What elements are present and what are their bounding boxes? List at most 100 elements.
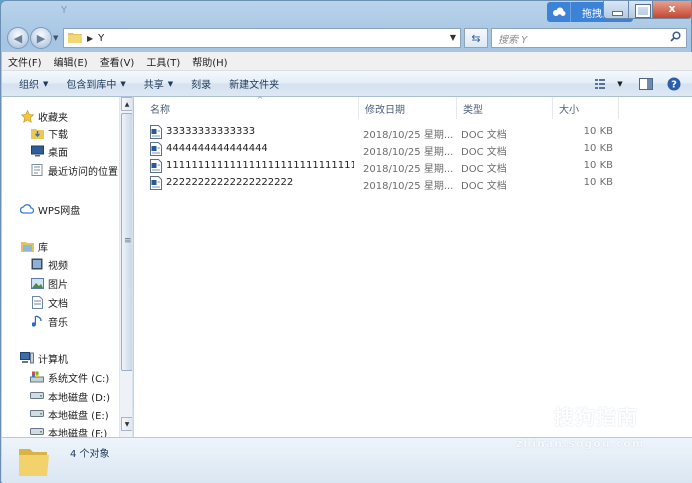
nav-desktop[interactable]: 桌面 xyxy=(30,142,68,160)
chevron-down-icon: ▼ xyxy=(120,79,126,88)
include-library-label: 包含到库中 xyxy=(66,80,117,91)
menu-bar: 文件(F) 编辑(E) 查看(V) 工具(T) 帮助(H) xyxy=(2,52,692,71)
doc-file-icon xyxy=(150,125,162,139)
window-title: Y xyxy=(61,5,68,16)
downloads-folder-icon xyxy=(30,126,44,140)
nav-documents[interactable]: 文档 xyxy=(30,293,68,311)
nav-computer[interactable]: 计算机 xyxy=(20,349,68,367)
file-date: 2018/10/25 星期... xyxy=(363,147,454,158)
address-bar[interactable]: ▶ Y ▼ xyxy=(63,28,461,48)
nav-drive-d[interactable]: 本地磁盘 (D:) xyxy=(30,387,110,405)
nav-drive-e-label: 本地磁盘 (E:) xyxy=(48,410,109,422)
music-note-icon xyxy=(30,314,44,328)
explorer-window: Y 拖拽上传 x ◀ ▶ ▼ ▶ Y ▼ ⇆ 搜索 Y 文件(F) 编辑(E) … xyxy=(0,0,692,483)
file-row[interactable]: 4444444444444444 2018/10/25 星期... DOC 文档… xyxy=(144,141,624,158)
file-name: 4444444444444444 xyxy=(166,143,268,154)
nav-favorites-label: 收藏夹 xyxy=(38,112,68,124)
nav-libraries-label: 库 xyxy=(38,242,48,254)
file-size: 10 KB xyxy=(583,126,613,137)
nav-scrollbar[interactable]: ▲ ▼ xyxy=(119,97,132,437)
search-box[interactable]: 搜索 Y xyxy=(491,28,687,48)
column-type-label: 类型 xyxy=(463,104,483,116)
column-header-name[interactable]: 名称 ^ xyxy=(144,96,359,119)
breadcrumb-separator-icon[interactable]: ▶ xyxy=(87,34,93,43)
folder-icon xyxy=(68,31,82,46)
nav-downloads[interactable]: 下载 xyxy=(30,124,68,142)
nav-downloads-label: 下载 xyxy=(48,129,68,141)
close-button[interactable]: x xyxy=(652,1,692,19)
nav-favorites[interactable]: 收藏夹 xyxy=(20,107,68,125)
cloud-icon xyxy=(547,2,571,22)
sogou-logo-icon: S xyxy=(520,399,550,429)
scroll-up-icon[interactable]: ▲ xyxy=(121,97,132,111)
nav-recent-label: 最近访问的位置 xyxy=(48,166,118,178)
menu-tools[interactable]: 工具(T) xyxy=(140,54,186,69)
nav-libraries[interactable]: 库 xyxy=(20,237,48,255)
desktop-icon xyxy=(30,144,44,158)
preview-pane-button[interactable] xyxy=(634,74,658,94)
new-folder-button[interactable]: 新建文件夹 xyxy=(220,76,288,91)
share-button[interactable]: 共享 ▼ xyxy=(135,76,182,92)
maximize-button[interactable] xyxy=(628,1,653,19)
menu-view[interactable]: 查看(V) xyxy=(94,54,141,69)
close-icon: x xyxy=(668,2,676,15)
change-view-button[interactable] xyxy=(590,74,614,94)
file-row[interactable]: 1111111111111111111111111111111... 2018/… xyxy=(144,158,624,175)
file-row[interactable]: 33333333333333 2018/10/25 星期... DOC 文档 1… xyxy=(144,124,624,141)
computer-icon xyxy=(20,351,34,365)
organize-button[interactable]: 组织 ▼ xyxy=(10,76,57,92)
back-button[interactable]: ◀ xyxy=(7,27,29,49)
file-name: 22222222222222222222 xyxy=(166,177,294,188)
nav-music-label: 音乐 xyxy=(48,317,68,329)
help-button[interactable]: ? xyxy=(662,74,686,94)
menu-edit[interactable]: 编辑(E) xyxy=(48,54,94,69)
nav-drive-c-label: 系统文件 (C:) xyxy=(48,373,110,385)
library-icon xyxy=(20,239,34,253)
minimize-button[interactable] xyxy=(603,1,629,19)
column-header-date[interactable]: 修改日期 xyxy=(359,97,457,119)
folder-icon xyxy=(16,443,52,482)
nav-videos[interactable]: 视频 xyxy=(30,255,68,273)
nav-pictures[interactable]: 图片 xyxy=(30,274,68,292)
watermark-domain: zhinan.sogou.com xyxy=(516,437,645,450)
file-row[interactable]: 22222222222222222222 2018/10/25 星期... DO… xyxy=(144,175,624,192)
address-dropdown-icon[interactable]: ▼ xyxy=(450,33,456,42)
view-list-icon xyxy=(595,79,605,89)
file-date: 2018/10/25 星期... xyxy=(363,181,454,192)
watermark-brand: 搜狗指南 xyxy=(554,405,638,429)
nav-videos-label: 视频 xyxy=(48,260,68,272)
title-bar[interactable]: Y 拖拽上传 x xyxy=(1,1,692,23)
menu-file[interactable]: 文件(F) xyxy=(2,54,48,69)
cloud-drive-icon xyxy=(20,202,34,216)
hard-drive-icon xyxy=(30,389,44,403)
nav-drive-f[interactable]: 本地磁盘 (F:) xyxy=(30,423,107,437)
refresh-button[interactable]: ⇆ xyxy=(464,28,488,48)
menu-help[interactable]: 帮助(H) xyxy=(186,54,233,69)
nav-recent-places[interactable]: 最近访问的位置 xyxy=(30,161,118,179)
video-icon xyxy=(30,257,44,271)
burn-button[interactable]: 刻录 xyxy=(182,76,220,91)
scroll-down-icon[interactable]: ▼ xyxy=(121,417,132,431)
preview-pane-icon xyxy=(639,78,653,90)
burn-label: 刻录 xyxy=(191,80,212,91)
doc-file-icon xyxy=(150,176,162,190)
column-date-label: 修改日期 xyxy=(365,104,405,116)
forward-button[interactable]: ▶ xyxy=(30,27,52,49)
breadcrumb-current[interactable]: Y xyxy=(98,33,104,44)
column-header-type[interactable]: 类型 xyxy=(457,97,553,119)
help-icon: ? xyxy=(667,77,681,91)
nav-wps-drive[interactable]: WPS网盘 xyxy=(20,200,80,218)
sort-ascending-icon: ^ xyxy=(257,96,263,104)
nav-drive-e[interactable]: 本地磁盘 (E:) xyxy=(30,405,109,423)
file-name: 1111111111111111111111111111111... xyxy=(166,160,354,171)
search-input[interactable]: 搜索 Y xyxy=(498,31,670,46)
recent-pages-dropdown-icon[interactable]: ▼ xyxy=(53,34,58,42)
nav-music[interactable]: 音乐 xyxy=(30,312,68,330)
search-icon[interactable] xyxy=(670,31,681,45)
include-in-library-button[interactable]: 包含到库中 ▼ xyxy=(57,76,134,92)
nav-drive-c[interactable]: 系统文件 (C:) xyxy=(30,368,109,386)
view-options-dropdown[interactable]: ▼ xyxy=(614,74,626,94)
column-header-size[interactable]: 大小 xyxy=(553,97,619,119)
scroll-thumb[interactable] xyxy=(121,113,132,371)
share-label: 共享 xyxy=(143,80,164,91)
